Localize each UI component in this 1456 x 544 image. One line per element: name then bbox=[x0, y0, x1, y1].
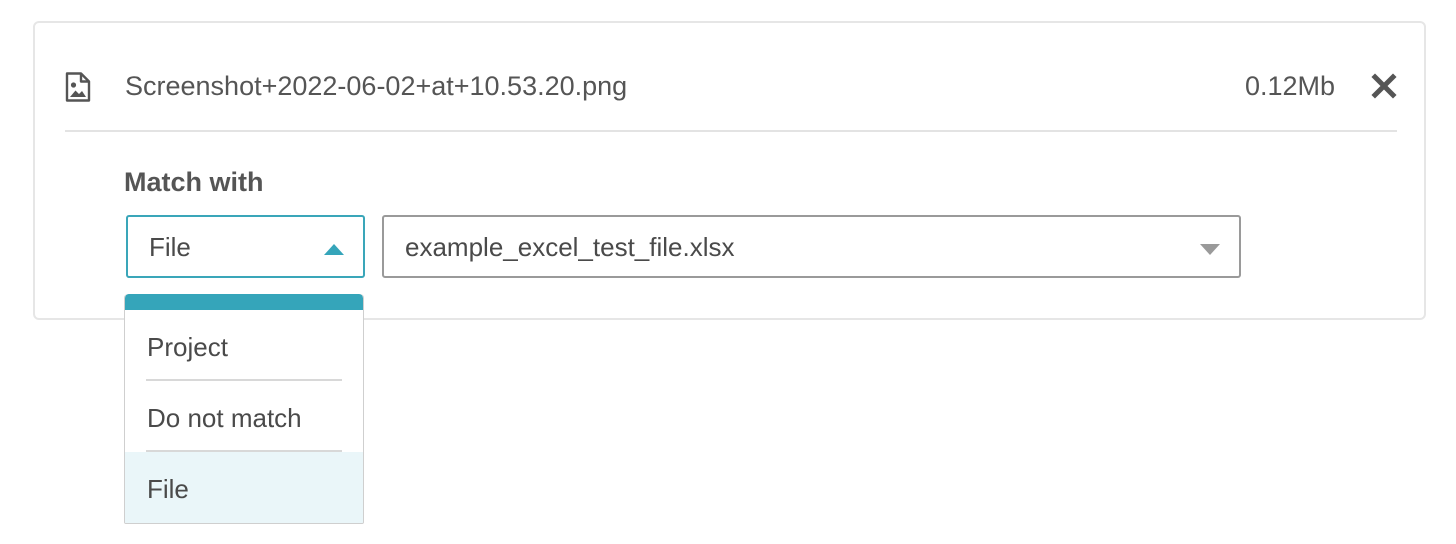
image-file-icon bbox=[65, 72, 91, 102]
dropdown-option-label: Project bbox=[147, 332, 228, 362]
dropdown-accent-bar bbox=[125, 294, 363, 310]
close-icon[interactable] bbox=[1371, 73, 1397, 99]
attachment-file-name: Screenshot+2022-06-02+at+10.53.20.png bbox=[125, 71, 628, 101]
attachment-card: Screenshot+2022-06-02+at+10.53.20.png 0.… bbox=[33, 21, 1426, 320]
dropdown-option-do-not-match[interactable]: Do not match bbox=[125, 381, 363, 452]
dropdown-option-label: File bbox=[147, 474, 189, 504]
match-type-select[interactable]: File bbox=[126, 215, 365, 278]
dropdown-option-project[interactable]: Project bbox=[125, 310, 363, 381]
attachment-row: Screenshot+2022-06-02+at+10.53.20.png 0.… bbox=[65, 23, 1397, 132]
dropdown-option-file[interactable]: File bbox=[125, 452, 363, 523]
match-file-value: example_excel_test_file.xlsx bbox=[405, 232, 735, 262]
match-type-dropdown: Project Do not match File bbox=[124, 294, 364, 524]
match-type-value: File bbox=[149, 232, 191, 262]
attachment-file-size: 0.12Mb bbox=[1244, 71, 1335, 101]
caret-down-icon bbox=[1200, 242, 1220, 255]
caret-up-icon bbox=[324, 242, 344, 255]
dropdown-option-label: Do not match bbox=[147, 403, 302, 433]
match-with-label: Match with bbox=[124, 167, 264, 197]
match-file-select[interactable]: example_excel_test_file.xlsx bbox=[382, 215, 1241, 278]
